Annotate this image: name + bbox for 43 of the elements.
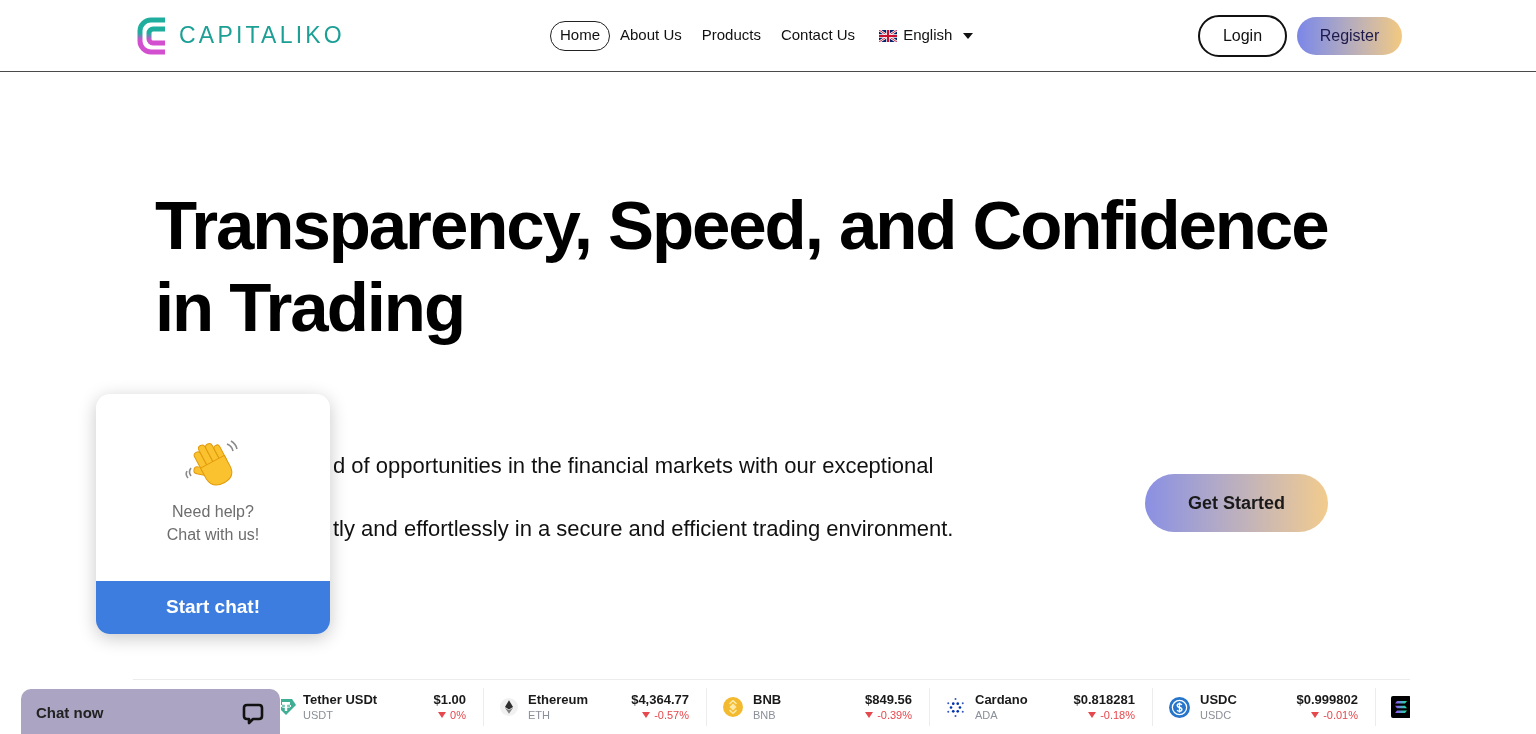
hero-heading: Transparency, Speed, and Confidence in Trading	[155, 186, 1329, 348]
dollar-coin-icon	[1169, 696, 1190, 718]
coin-price: $0.818281	[1073, 692, 1135, 708]
price-change: -0.57%	[654, 708, 689, 722]
coin-name: BNB	[753, 692, 782, 708]
coin-name: Cardano	[975, 692, 1028, 708]
coin-price: $0.999802	[1296, 692, 1358, 708]
price-change: 0%	[450, 708, 466, 722]
coin-price: $849.56	[865, 692, 912, 708]
coin-name: Tether USDt	[303, 692, 378, 708]
chat-prompt-text: Chat with us!	[166, 525, 260, 545]
hero-description: d of opportunities in the financial markets with our exceptional	[333, 452, 935, 480]
coin-symbol: ADA	[975, 708, 999, 722]
start-chat-button[interactable]: Start chat!	[96, 581, 330, 634]
uk-flag-icon	[879, 29, 898, 42]
price-change: -0.39%	[877, 708, 912, 722]
nav-link[interactable]: About Us	[610, 20, 692, 51]
coin-name: USDC	[1200, 692, 1237, 708]
coin-name: Ethereum	[528, 692, 588, 708]
dotted-circle-logo-icon	[946, 697, 965, 717]
coin-symbol: USDT	[303, 708, 334, 722]
chat-now-bar[interactable]: Chat now	[21, 689, 280, 734]
price-change: -0.18%	[1100, 708, 1135, 722]
stripes-logo-icon	[1391, 696, 1410, 718]
price-change: -0.01%	[1323, 708, 1358, 722]
hero-description: tly and effortlessly in a secure and efficient trading environment.	[333, 515, 955, 543]
coin-logo-icon	[723, 697, 743, 717]
chat-bubble-icon[interactable]	[242, 703, 264, 725]
coin-symbol: USDC	[1200, 708, 1233, 722]
nav-link[interactable]: Products	[691, 20, 771, 51]
logo-icon[interactable]	[137, 16, 167, 55]
coin-symbol: ETH	[528, 708, 551, 722]
diamond-coin-icon	[500, 698, 518, 716]
nav-link[interactable]: Contact Us	[770, 20, 866, 51]
coin-price: $4,364.77	[631, 692, 689, 708]
chat-prompt-text: Need help?	[172, 502, 254, 522]
get-started-button[interactable]: Get Started	[1145, 474, 1328, 532]
language-selector[interactable]: English	[879, 24, 974, 47]
coin-symbol: BNB	[753, 708, 777, 722]
coin-price: $1.00	[433, 692, 466, 708]
register-button[interactable]: Register	[1297, 16, 1402, 55]
caret-down-icon	[963, 32, 974, 39]
login-button[interactable]: Login	[1198, 14, 1287, 57]
